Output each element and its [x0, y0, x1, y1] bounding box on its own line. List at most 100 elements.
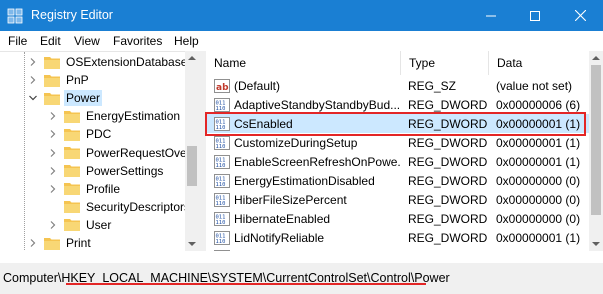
folder-icon	[44, 237, 60, 250]
tree-expander[interactable]	[48, 166, 58, 176]
svg-text:110: 110	[216, 144, 226, 150]
tree-item-label: OSExtensionDatabase	[66, 55, 188, 69]
tree-expander[interactable]	[48, 220, 58, 230]
column-header-type[interactable]: Type	[401, 51, 489, 75]
binary-value-icon: 011110	[214, 97, 230, 112]
chevron-right-icon[interactable]	[48, 148, 58, 158]
value-data: 0x00000000 (0)	[496, 248, 589, 251]
value-name-cell: 011 110 AdaptiveStandbyStandbyBud...	[214, 95, 401, 114]
chevron-right-icon[interactable]	[48, 111, 58, 121]
scroll-up-icon[interactable]	[188, 54, 196, 62]
tree-item[interactable]: Print	[30, 234, 93, 251]
binary-value-icon: 011110	[214, 212, 230, 227]
value-name: CsEnabled	[234, 116, 293, 131]
maximize-button[interactable]	[513, 0, 557, 31]
values-scrollbar[interactable]	[589, 51, 603, 251]
tree-item[interactable]: User	[50, 216, 113, 234]
tree-item-label: EnergyEstimation	[86, 109, 181, 124]
scroll-up-icon[interactable]	[592, 54, 600, 62]
tree-expander[interactable]	[48, 111, 58, 121]
svg-text:110: 110	[216, 239, 226, 245]
tree-scroll-thumb[interactable]	[187, 146, 197, 186]
table-row[interactable]: 011110 MfBufferingThreshold REG_DWORD 0x000…	[206, 248, 589, 251]
column-header-data[interactable]: Data	[489, 51, 589, 75]
value-data: 0x00000001 (1)	[496, 135, 581, 150]
close-button[interactable]	[557, 0, 603, 31]
minimize-button[interactable]	[469, 0, 513, 31]
path-underline-annotation	[66, 283, 426, 285]
menu-edit[interactable]: Edit	[40, 34, 61, 48]
tree-item-label: PnP	[66, 73, 89, 88]
chevron-right-icon[interactable]	[28, 57, 38, 67]
column-header-name[interactable]: Name	[206, 51, 401, 75]
value-name: CustomizeDuringSetup	[234, 135, 358, 150]
menu-view[interactable]: View	[74, 34, 100, 48]
table-row[interactable]: 011 110 HiberFileSizePercent REG_DWORD 0x000…	[206, 191, 589, 210]
table-row[interactable]: 011 110 EnergyEstimationDisabled REG_DWORD 0…	[206, 172, 589, 191]
binary-value-icon: 011110	[214, 135, 230, 150]
folder-icon	[64, 219, 80, 232]
value-data: 0x00000006 (6)	[496, 97, 581, 112]
binary-value-icon: 011110	[214, 250, 230, 251]
string-value-icon: ab	[214, 78, 230, 93]
table-row[interactable]: 011 110 HibernateEnabled REG_DWORD 0x0000000…	[206, 210, 589, 229]
menu-help[interactable]: Help	[174, 34, 199, 48]
chevron-right-icon[interactable]	[48, 129, 58, 139]
pane-splitter[interactable]	[199, 51, 206, 251]
values-scroll-thumb[interactable]	[591, 65, 601, 215]
table-row[interactable]: 011 110 CsEnabled REG_DWORD 0x00000001 (1)	[206, 114, 589, 134]
chevron-right-icon[interactable]	[48, 166, 58, 176]
value-type: REG_DWORD	[408, 154, 488, 169]
svg-text:110: 110	[216, 220, 226, 226]
tree-item[interactable]: Power	[29, 89, 103, 107]
values-list[interactable]: Name Type Data ab (Default) REG_SZ (value n…	[206, 51, 589, 251]
table-row[interactable]: 011 110 EnableScreenRefreshOnPowe... REG_DW…	[206, 152, 589, 171]
chevron-right-icon[interactable]	[28, 75, 38, 85]
tree-item[interactable]: SecurityDescriptors	[64, 198, 192, 216]
value-type: REG_DWORD	[408, 231, 488, 246]
tree-item[interactable]: Profile	[50, 180, 122, 198]
menu-favorites[interactable]: Favorites	[113, 34, 162, 48]
scroll-down-icon[interactable]	[592, 240, 600, 248]
chevron-right-icon[interactable]	[48, 184, 58, 194]
tree-expander[interactable]	[28, 57, 38, 67]
tree-item[interactable]: PowerSettings	[50, 162, 165, 180]
value-type: REG_SZ	[408, 78, 457, 93]
chevron-right-icon[interactable]	[28, 238, 38, 248]
chevron-right-icon[interactable]	[48, 220, 58, 230]
tree-item[interactable]: PDC	[50, 125, 113, 143]
value-name: LidNotifyReliable	[234, 231, 325, 246]
table-row[interactable]: ab (Default) REG_SZ (value not set)	[206, 76, 589, 95]
tree-expander[interactable]	[28, 75, 38, 85]
svg-text:110: 110	[216, 163, 226, 169]
value-type: REG_DWORD	[408, 135, 488, 150]
tree-item[interactable]: PowerRequestOver	[50, 144, 193, 162]
folder-icon	[64, 201, 80, 214]
tree-item[interactable]: OSExtensionDatabase	[30, 53, 189, 71]
table-row[interactable]: 011 110 AdaptiveStandbyStandbyBud... REG_DW…	[206, 95, 589, 114]
tree-scrollbar[interactable]	[185, 51, 199, 251]
registry-editor-app-icon	[7, 8, 23, 24]
menu-file[interactable]: File	[8, 34, 27, 48]
tree-item[interactable]: PnP	[30, 71, 91, 89]
tree-item[interactable]: EnergyEstimation	[50, 107, 182, 125]
binary-value-icon: 011110	[214, 174, 230, 188]
key-tree[interactable]: OSExtensionDatabase PnP Power EnergyEstimat…	[0, 51, 199, 251]
table-row[interactable]: 011 110 CustomizeDuringSetup REG_DWORD 0x000…	[206, 133, 589, 152]
table-row[interactable]: 011 110 LidNotifyReliable REG_DWORD 0x000000…	[206, 229, 589, 248]
tree-expander[interactable]	[48, 148, 58, 158]
tree-expander[interactable]	[28, 93, 38, 103]
value-name-cell: 011110 MfBufferingThreshold	[214, 248, 401, 251]
tree-expander[interactable]	[48, 184, 58, 194]
value-name: EnableScreenRefreshOnPowe...	[234, 154, 401, 169]
binary-value-icon: 011110	[214, 116, 230, 131]
value-name-cell: 011 110 HibernateEnabled	[214, 210, 401, 229]
value-data: 0x00000000 (0)	[496, 212, 581, 227]
value-type: REG_DWORD	[408, 97, 488, 112]
chevron-down-icon[interactable]	[28, 93, 38, 103]
tree-expander[interactable]	[48, 129, 58, 139]
svg-text:110: 110	[216, 125, 226, 131]
tree-expander[interactable]	[28, 238, 38, 248]
scroll-down-icon[interactable]	[188, 240, 196, 248]
tree-item-label: User	[86, 217, 112, 232]
